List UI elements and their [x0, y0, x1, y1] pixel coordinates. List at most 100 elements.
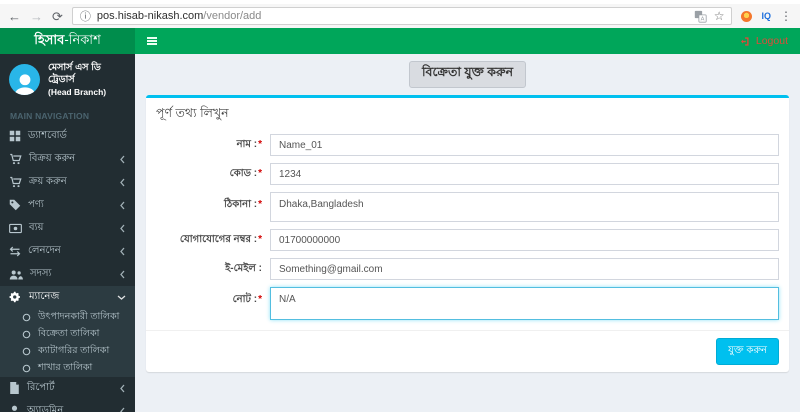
sidebar-subitem-label: উৎপাদনকারী তালিকা	[38, 310, 120, 322]
main-content: বিক্রেতা যুক্ত করুন পূর্ণ তথ্য লিখুন নাম…	[135, 54, 800, 412]
sidebar-subitem-label: শাখার তালিকা	[38, 361, 93, 373]
address-label: ঠিকানা :*	[224, 199, 262, 210]
sidebar-item-label: অ্যাডমিন	[27, 404, 64, 412]
sidebar-item-admin[interactable]: অ্যাডমিন	[0, 400, 135, 412]
extension-icon-orange[interactable]	[741, 10, 753, 22]
bookmark-star-icon[interactable]: ☆	[714, 9, 725, 23]
form-row-email: ই-মেইল :	[156, 258, 779, 280]
chevron-down-icon	[117, 294, 126, 301]
form-row-address: ঠিকানা :* Dhaka,Bangladesh	[156, 192, 779, 222]
translate-icon[interactable]: A	[694, 10, 707, 23]
sidebar-toggle-icon[interactable]	[147, 35, 157, 46]
sidebar-subitem-vendor-list[interactable]: বিক্রেতা তালিকা	[0, 326, 135, 343]
sidebar-item-expenses[interactable]: ব্যয়	[0, 217, 135, 240]
extension-icon-iq[interactable]: IQ	[761, 11, 771, 21]
transaction-icon	[9, 246, 21, 257]
chevron-left-icon	[119, 178, 126, 187]
app-header: হিসাব -নিকাশ Logout	[0, 28, 800, 54]
sidebar-item-label: বিক্রয় করুন	[29, 152, 76, 164]
name-field[interactable]	[270, 134, 779, 156]
svg-text:A: A	[700, 16, 704, 22]
sidebar-item-dashboard[interactable]: ড্যাশবোর্ড	[0, 125, 135, 148]
sidebar-subitem-manufacturer-list[interactable]: উৎপাদনকারী তালিকা	[0, 309, 135, 326]
tag-icon	[9, 200, 21, 211]
person-icon	[13, 74, 36, 95]
form-row-note: নোট :* N/A	[156, 287, 779, 320]
browser-menu-icon[interactable]: ⋮	[780, 9, 792, 23]
sidebar-subitem-branch-list[interactable]: শাখার তালিকা	[0, 360, 135, 377]
required-mark: *	[258, 199, 262, 210]
sidebar-item-label: ব্যয়	[29, 221, 44, 233]
dashboard-icon	[9, 131, 21, 142]
form-row-code: কোড :*	[156, 163, 779, 185]
sidebar-subitem-label: বিক্রেতা তালিকা	[38, 327, 100, 339]
form-row-name: নাম :*	[156, 134, 779, 156]
url-host: pos.hisab-nikash.com	[96, 10, 204, 22]
circle-icon	[22, 330, 31, 339]
sidebar-item-members[interactable]: সদস্য	[0, 263, 135, 286]
logout-icon	[740, 36, 749, 46]
file-icon	[10, 382, 19, 395]
back-icon[interactable]: ←	[8, 10, 21, 23]
nav-section-label: MAIN NAVIGATION	[10, 110, 90, 121]
sidebar-item-label: পণ্য	[28, 198, 44, 210]
chevron-left-icon	[119, 201, 126, 210]
user-icon	[11, 405, 18, 412]
code-label: কোড :*	[229, 167, 262, 179]
url-text: pos.hisab-nikash.com/vendor/add	[97, 10, 262, 22]
user-name: মেসার্স এস ডি ট্রেডার্স	[48, 62, 101, 85]
forward-icon[interactable]: →	[30, 10, 43, 23]
circle-icon	[22, 364, 31, 373]
page-info-icon[interactable]: ⓘ	[80, 8, 91, 24]
sidebar-item-manage[interactable]: ম্যানেজ	[0, 285, 135, 309]
sidebar-item-report[interactable]: রিপোর্ট	[0, 377, 135, 400]
name-label: নাম :*	[236, 138, 262, 150]
contact-number-label: যোগাযোগের নম্বর :*	[179, 233, 262, 245]
screen: ← → ⟳ ⓘ pos.hisab-nikash.com/vendor/add …	[0, 0, 800, 412]
required-mark: *	[258, 138, 262, 150]
app-logo[interactable]: হিসাব -নিকাশ	[0, 28, 135, 54]
sidebar-item-label: ক্রয় করুন	[29, 175, 67, 187]
address-field[interactable]: Dhaka,Bangladesh	[270, 192, 779, 222]
required-mark: *	[258, 167, 262, 179]
address-bar[interactable]: ⓘ pos.hisab-nikash.com/vendor/add A ☆	[71, 7, 733, 25]
manage-submenu: উৎপাদনকারী তালিকা বিক্রেতা তালিকা ক্যাটা…	[0, 308, 135, 377]
vendor-form-panel: পূর্ণ তথ্য লিখুন নাম :* কোড :* ঠিকানা :*…	[146, 95, 789, 372]
panel-footer: যুক্ত করুন	[146, 330, 789, 372]
reload-icon[interactable]: ⟳	[52, 10, 63, 23]
note-label: নোট :*	[232, 294, 262, 305]
logout-button[interactable]: Logout	[740, 35, 788, 47]
email-field[interactable]	[270, 258, 779, 280]
user-panel: মেসার্স এস ডি ট্রেডার্স (Head Branch)	[0, 54, 135, 106]
email-label: ই-মেইল :	[225, 262, 262, 274]
browser-toolbar: ← → ⟳ ⓘ pos.hisab-nikash.com/vendor/add …	[0, 4, 800, 28]
panel-header: পূর্ণ তথ্য লিখুন	[156, 106, 229, 120]
user-branch: (Head Branch)	[48, 86, 107, 97]
users-icon	[9, 270, 23, 280]
form-row-contact: যোগাযোগের নম্বর :*	[156, 229, 779, 251]
chevron-left-icon	[119, 407, 126, 412]
chevron-left-icon	[119, 384, 126, 393]
sidebar-item-products[interactable]: পণ্য	[0, 194, 135, 217]
sidebar-item-transactions[interactable]: লেনদেন	[0, 240, 135, 263]
submit-button[interactable]: যুক্ত করুন	[716, 338, 779, 365]
note-field[interactable]: N/A	[270, 287, 779, 320]
page-title: বিক্রেতা যুক্ত করুন	[408, 61, 527, 88]
chevron-left-icon	[119, 224, 126, 233]
circle-icon	[22, 347, 31, 356]
sidebar-item-label: ড্যাশবোর্ড	[28, 129, 67, 141]
circle-icon	[22, 313, 31, 322]
sidebar-item-label: ম্যানেজ	[29, 290, 60, 302]
chevron-left-icon	[119, 155, 126, 164]
sidebar-item-label: সদস্য	[30, 267, 52, 279]
url-path: /vendor/add	[203, 10, 262, 22]
logo-text-bold: হিসাব	[34, 31, 65, 47]
money-icon	[9, 223, 22, 233]
sidebar-item-sell[interactable]: বিক্রয় করুন	[0, 148, 135, 171]
logout-label: Logout	[755, 35, 788, 47]
sidebar-item-buy[interactable]: ক্রয় করুন	[0, 171, 135, 194]
user-avatar	[9, 63, 40, 95]
contact-number-field[interactable]	[270, 229, 779, 251]
code-field[interactable]	[270, 163, 779, 185]
sidebar-subitem-category-list[interactable]: ক্যাটাগরির তালিকা	[0, 343, 135, 360]
